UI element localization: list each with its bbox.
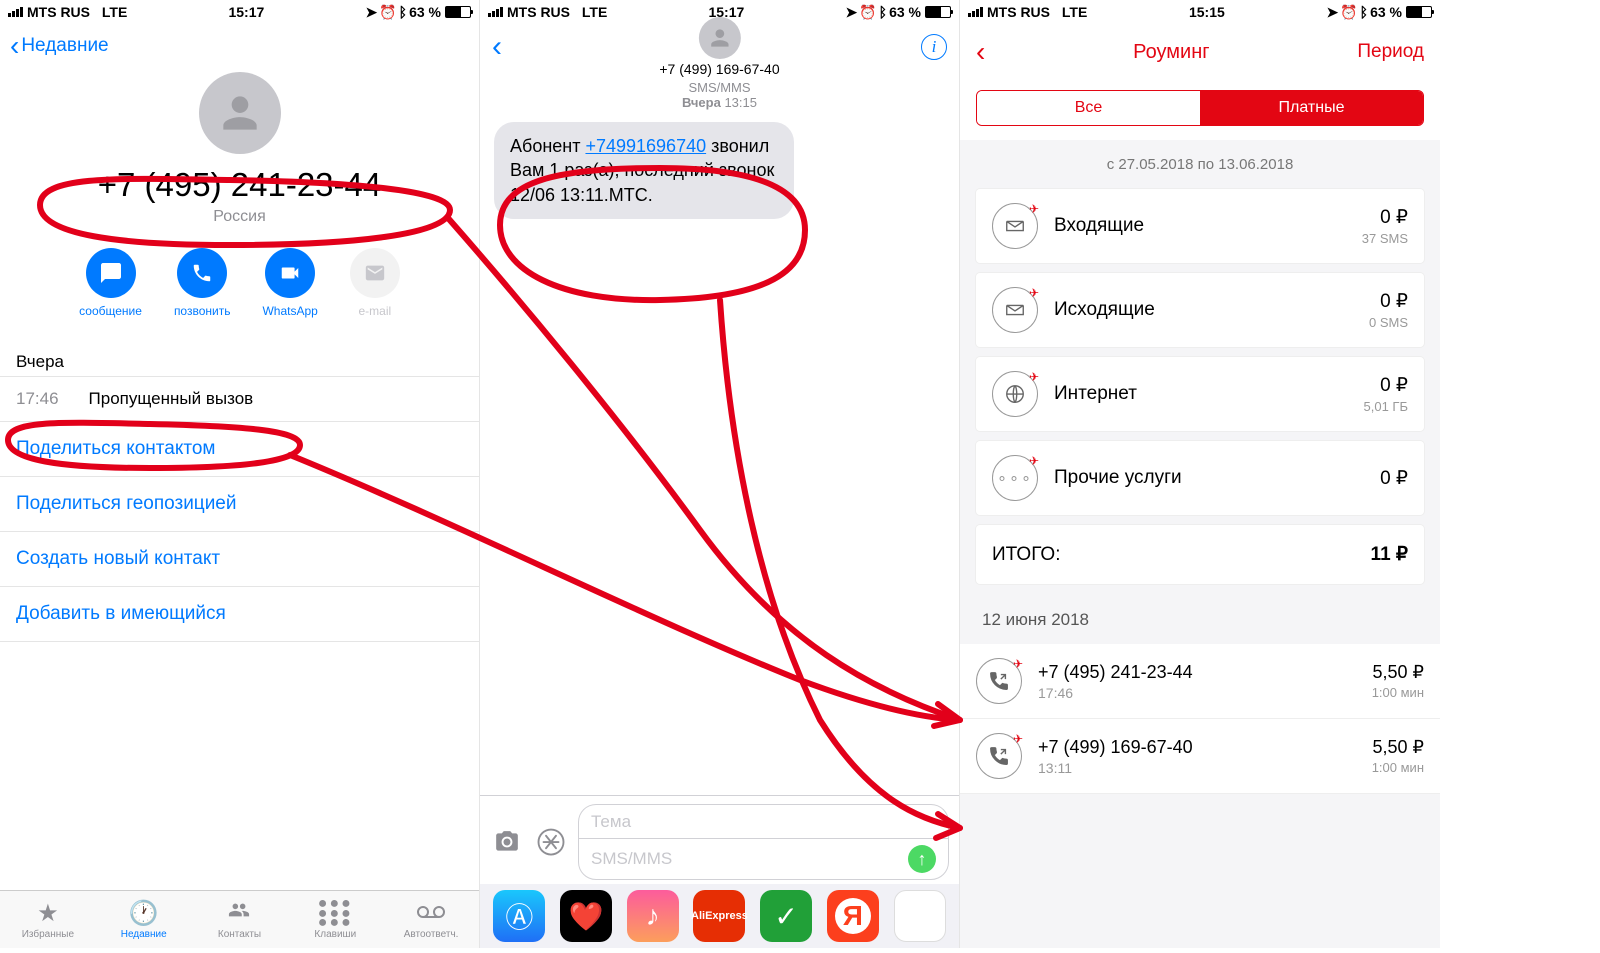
tab-keypad[interactable]: ●●●●●●●●●Клавиши — [287, 891, 383, 948]
sender-avatar[interactable] — [698, 17, 740, 59]
send-button[interactable]: ↑ — [908, 845, 936, 873]
tab-favorites[interactable]: ★Избранные — [0, 891, 96, 948]
tab-bar: ★Избранные 🕐Недавние Контакты ●●●●●●●●●К… — [0, 890, 479, 948]
appstore-icon[interactable]: Ⓐ — [493, 890, 545, 942]
carrier: MTS RUS — [27, 4, 90, 20]
tab-voicemail[interactable]: Автоответч. — [383, 891, 479, 948]
call-log-row[interactable]: ✈ +7 (499) 169-67-4013:11 5,50 ₽1:00 мин — [960, 719, 1440, 794]
contact-avatar — [199, 72, 281, 154]
location-icon: ➤ — [1326, 4, 1338, 21]
mail-out-icon: ✈ — [992, 287, 1038, 333]
camera-button[interactable] — [490, 825, 524, 859]
battery-icon — [925, 6, 951, 18]
message-bubble[interactable]: Абонент +74991696740 звонил Вам 1 раз(а)… — [494, 122, 794, 219]
message-input[interactable]: SMS/MMS↑ — [578, 838, 949, 880]
date-range: с 27.05.2018 по 13.06.2018 — [960, 140, 1440, 189]
location-icon: ➤ — [845, 4, 857, 21]
internet-row[interactable]: ✈Интернет0 ₽5,01 ГБ — [976, 357, 1424, 431]
whatsapp-action[interactable]: WhatsApp — [262, 248, 317, 318]
signal-icon — [8, 7, 23, 17]
create-contact[interactable]: Создать новый контакт — [0, 532, 479, 587]
alarm-icon: ⏰ — [379, 4, 396, 21]
location-icon: ➤ — [365, 4, 377, 21]
globe-icon: ✈ — [992, 371, 1038, 417]
network-type: LTE — [102, 4, 127, 20]
bluetooth-icon: ᛒ — [399, 4, 407, 20]
battery-pct: 63 % — [409, 4, 441, 20]
bluetooth-icon: ᛒ — [1360, 4, 1368, 20]
sberbank-icon[interactable]: ✓ — [760, 890, 812, 942]
phone-link[interactable]: +74991696740 — [585, 136, 706, 156]
call-action[interactable]: позвонить — [174, 248, 231, 318]
tab-contacts[interactable]: Контакты — [192, 891, 288, 948]
alarm-icon: ⏰ — [1340, 4, 1357, 21]
app-dock: Ⓐ ❤️ ♪ AliExpress ✓ Я — [480, 884, 959, 948]
log-date-header: 12 июня 2018 — [960, 584, 1440, 644]
app-icon[interactable] — [894, 890, 946, 942]
page-title: Роуминг — [1133, 41, 1209, 64]
missed-call-row: 17:46 Пропущенный вызов — [0, 377, 479, 422]
other-icon: ∘∘∘✈ — [992, 455, 1038, 501]
app-icon[interactable]: ❤️ — [560, 890, 612, 942]
segment-control: Все Платные — [976, 90, 1424, 126]
subject-input[interactable]: Тема — [578, 804, 949, 838]
sender-number: +7 (499) 169-67-40 — [659, 61, 779, 77]
signal-icon — [488, 7, 503, 17]
apps-button[interactable] — [534, 825, 568, 859]
missed-label: Пропущенный вызов — [89, 389, 254, 409]
day-header: Вчера — [0, 344, 479, 377]
back-button[interactable]: ‹ — [492, 30, 502, 64]
share-contact[interactable]: Поделиться контактом — [0, 422, 479, 477]
segment-all[interactable]: Все — [977, 91, 1200, 125]
battery-icon — [445, 6, 471, 18]
missed-time: 17:46 — [16, 389, 59, 409]
yandex-icon[interactable]: Я — [827, 890, 879, 942]
info-button[interactable]: i — [921, 34, 947, 60]
share-location[interactable]: Поделиться геопозицией — [0, 477, 479, 532]
contact-country: Россия — [0, 208, 479, 226]
call-log-row[interactable]: ✈ +7 (495) 241-23-4417:46 5,50 ₽1:00 мин — [960, 644, 1440, 719]
status-bar: MTS RUS LTE 15:15 ➤⏰ᛒ63 % — [960, 0, 1440, 24]
alarm-icon: ⏰ — [859, 4, 876, 21]
outgoing-row[interactable]: ✈Исходящие0 ₽0 SMS — [976, 273, 1424, 347]
email-action: e-mail — [350, 248, 400, 318]
call-in-icon: ✈ — [976, 733, 1022, 779]
battery-icon — [1406, 6, 1432, 18]
incoming-row[interactable]: ✈Входящие0 ₽37 SMS — [976, 189, 1424, 263]
call-in-icon: ✈ — [976, 658, 1022, 704]
other-row[interactable]: ∘∘∘✈Прочие услуги0 ₽ — [976, 441, 1424, 515]
contact-phone: +7 (495) 241-23-44 — [0, 166, 479, 204]
back-button[interactable]: ‹ — [976, 36, 985, 68]
add-existing[interactable]: Добавить в имеющийся — [0, 587, 479, 642]
signal-icon — [968, 7, 983, 17]
clock: 15:15 — [1189, 4, 1225, 20]
bluetooth-icon: ᛒ — [879, 4, 887, 20]
back-label: Недавние — [21, 35, 108, 57]
aliexpress-icon[interactable]: AliExpress — [693, 890, 745, 942]
message-action[interactable]: сообщение — [79, 248, 142, 318]
music-icon[interactable]: ♪ — [627, 890, 679, 942]
period-button[interactable]: Период — [1357, 41, 1424, 63]
segment-paid[interactable]: Платные — [1200, 91, 1423, 125]
clock: 15:17 — [228, 4, 264, 20]
message-timestamp: SMS/MMSВчера 13:15 — [494, 80, 945, 110]
total-row: ИТОГО:11 ₽ — [976, 525, 1424, 584]
status-bar: MTS RUS LTE 15:17 ➤⏰ᛒ63 % — [0, 0, 479, 24]
tab-recents[interactable]: 🕐Недавние — [96, 891, 192, 948]
mail-in-icon: ✈ — [992, 203, 1038, 249]
back-button[interactable]: ‹Недавние — [10, 32, 109, 60]
